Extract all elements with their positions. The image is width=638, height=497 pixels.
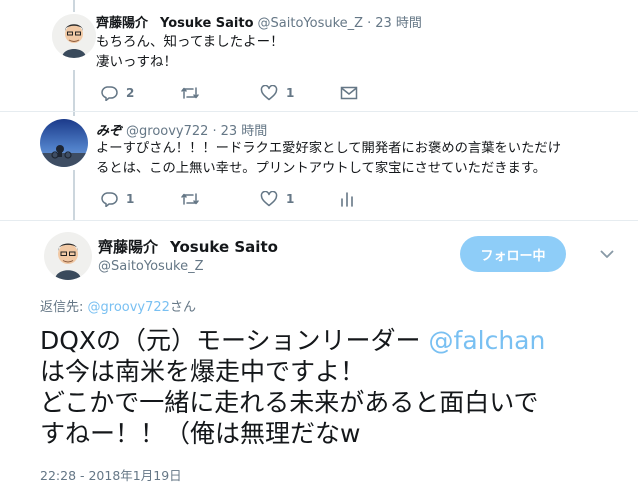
reply-to-suffix: さん <box>169 300 196 315</box>
avatar[interactable] <box>40 119 88 167</box>
user-handle[interactable]: @SaitoYosuke_Z <box>258 16 364 31</box>
retweet-button[interactable] <box>180 191 260 207</box>
analytics-icon <box>340 191 354 207</box>
main-tweet-line4: すねー！！（俺は無理だなw <box>40 419 361 448</box>
tweet2-actions: 1 1 <box>100 188 380 210</box>
reply-to-mention[interactable]: @groovy722 <box>88 300 170 315</box>
tweet-timestamp[interactable]: 22:28 - 2018年1月19日 <box>40 465 182 484</box>
tweet2-text-line2: るとは、この上無い幸せ。プリントアウトして家宝にさせていただきます。 <box>96 161 547 176</box>
reply-icon <box>100 191 118 207</box>
direct-message-button[interactable] <box>340 86 380 100</box>
dot-separator: · <box>212 124 217 139</box>
reply-count: 2 <box>126 86 135 100</box>
display-name[interactable]: みぞ <box>96 120 122 139</box>
retweet-icon <box>180 85 200 101</box>
reply-button[interactable]: 2 <box>100 85 180 101</box>
follow-button[interactable]: フォロー中 <box>460 236 566 272</box>
avatar[interactable] <box>52 14 96 58</box>
display-name-en[interactable]: Yosuke Saito <box>160 16 254 31</box>
reply-to: 返信先: @groovy722さん <box>40 296 196 315</box>
thread-line-lower <box>73 170 75 220</box>
reply-icon <box>100 85 118 101</box>
reply-to-prefix: 返信先: <box>40 300 88 315</box>
retweet-icon <box>180 191 200 207</box>
heart-icon <box>260 191 278 207</box>
tweet2-text-line1: よーすぴさん！！！ードラクエ愛好家として開発者にお褒めの言葉をいただけ <box>96 141 561 156</box>
display-name[interactable]: 齊藤陽介 <box>98 236 158 257</box>
tweet1-header: 齊藤陽介 Yosuke Saito @SaitoYosuke_Z · 23 時間 <box>96 12 422 31</box>
analytics-button[interactable] <box>340 191 380 207</box>
reply-button[interactable]: 1 <box>100 191 180 207</box>
tweet-time[interactable]: 23 時間 <box>221 120 268 139</box>
divider <box>0 111 638 112</box>
main-tweet-line1: DQXの（元）モーションリーダー @falchan <box>40 325 545 356</box>
tweet1-text-line2: 凄いっすね！ <box>96 54 177 70</box>
avatar[interactable] <box>44 232 92 280</box>
divider <box>0 220 638 221</box>
main-tweet-line3: どこかで一緒に走れる未来があると面白いで <box>40 388 539 417</box>
main-tweet-header: 齊藤陽介 Yosuke Saito <box>98 236 278 257</box>
like-button[interactable]: 1 <box>260 85 340 101</box>
tweet2-header: みぞ @groovy722 · 23 時間 <box>96 120 267 139</box>
main-tweet-line2: は今は南米を爆走中ですよ！ <box>40 357 366 386</box>
thread-line-middle <box>73 70 75 116</box>
mention-link[interactable]: @falchan <box>429 326 546 355</box>
display-name-en[interactable]: Yosuke Saito <box>170 238 278 256</box>
like-count: 1 <box>286 86 295 100</box>
like-count: 1 <box>286 192 295 206</box>
user-handle[interactable]: @groovy722 <box>126 124 208 139</box>
tweet1-actions: 2 1 <box>100 82 380 104</box>
reply-count: 1 <box>126 192 135 206</box>
like-button[interactable]: 1 <box>260 191 340 207</box>
user-handle[interactable]: @SaitoYosuke_Z <box>98 259 204 274</box>
retweet-button[interactable] <box>180 85 260 101</box>
thread-line-top <box>73 0 75 12</box>
display-name[interactable]: 齊藤陽介 <box>96 12 148 31</box>
chevron-down-icon[interactable] <box>600 244 614 263</box>
main-tweet-text: DQXの（元）モーションリーダー <box>40 326 429 355</box>
dot-separator: · <box>367 16 372 31</box>
heart-icon <box>260 85 278 101</box>
tweet1-text-line1: もちろん、知ってましたよー！ <box>96 34 284 50</box>
tweet-time[interactable]: 23 時間 <box>375 12 422 31</box>
mail-icon <box>340 86 358 100</box>
